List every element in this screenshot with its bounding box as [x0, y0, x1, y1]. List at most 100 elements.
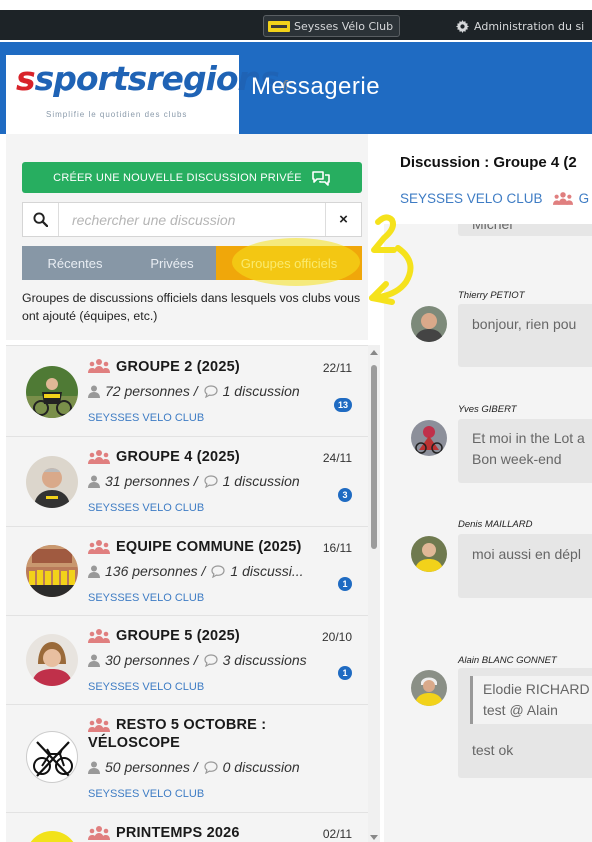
- group-meta: 50 personnes / 0 discussion: [88, 759, 300, 775]
- group-date: 22/11: [322, 361, 352, 375]
- avatar: [26, 456, 78, 508]
- scroll-down-icon[interactable]: [370, 835, 378, 840]
- group-date: 24/11: [322, 451, 352, 465]
- chat-bubbles-icon: [312, 170, 330, 186]
- discussion-group-fragment: G: [578, 191, 590, 206]
- message-bubble: Elodie RICHARD test @ Alain test ok: [458, 668, 592, 778]
- tab-description: Groupes de discussions officiels dans le…: [22, 291, 361, 323]
- group-club[interactable]: SEYSSES VELO CLUB: [88, 502, 204, 514]
- group-item[interactable]: EQUIPE COMMUNE (2025) 16/11 136 personne…: [6, 526, 368, 615]
- group-icon: [552, 192, 573, 205]
- message-text: Michel: [472, 224, 513, 232]
- group-meta: 31 personnes / 1 discussion: [88, 473, 300, 489]
- avatar: [26, 731, 78, 783]
- group-name: RESTO 5 OCTOBRE :: [116, 717, 267, 733]
- discussion-panel: Discussion : Groupe 4 (2 SEYSSES VELO CL…: [384, 134, 592, 842]
- group-name: PRINTEMPS 2026: [116, 825, 240, 841]
- tab-groupes-officiels[interactable]: Groupes officiels: [216, 246, 362, 280]
- unread-badge: 3: [338, 488, 352, 502]
- sportsregions-logo[interactable]: ssportsregions.fr Simplifie le quotidien…: [6, 55, 291, 135]
- group-item[interactable]: RESTO 5 OCTOBRE : VÉLOSCOPE 50 personnes…: [6, 704, 368, 812]
- message-author: Denis MAILLARD: [458, 519, 533, 530]
- new-private-discussion-button[interactable]: CRÉER UNE NOUVELLE DISCUSSION PRIVÉE: [22, 162, 362, 193]
- new-discussion-label: CRÉER UNE NOUVELLE DISCUSSION PRIVÉE: [53, 171, 302, 184]
- group-item[interactable]: PRINTEMPS 2026 02/11: [6, 812, 368, 842]
- person-icon: [88, 385, 100, 398]
- group-list: GROUPE 2 (2025) 22/11 72 personnes / 1 d…: [6, 345, 368, 842]
- message-text: Et moi in the Lot a: [472, 430, 585, 446]
- speech-bubble-icon: [204, 474, 218, 488]
- admin-dashboard-link[interactable]: Administration du si: [456, 15, 584, 37]
- quoted-author: Elodie RICHARD: [483, 681, 590, 697]
- group-name-line2: VÉLOSCOPE: [88, 735, 181, 751]
- admin-site-link[interactable]: Seysses Vélo Club: [263, 15, 401, 37]
- group-club[interactable]: SEYSSES VELO CLUB: [88, 788, 204, 800]
- unread-badge: 1: [338, 577, 352, 591]
- gear-icon: [456, 19, 469, 33]
- group-icon: [88, 718, 110, 732]
- message-thread: Michel Thierry PETIOT bonjour, rien pou …: [384, 224, 592, 842]
- speech-bubble-icon: [204, 653, 218, 667]
- app-header: ssportsregions.fr Simplifie le quotidien…: [0, 42, 592, 135]
- quoted-message: Elodie RICHARD test @ Alain: [470, 676, 592, 724]
- message-bubble: bonjour, rien pou: [458, 304, 592, 367]
- group-item[interactable]: GROUPE 5 (2025) 20/10 30 personnes / 3 d…: [6, 615, 368, 704]
- discussion-club[interactable]: SEYSSES VELO CLUB: [400, 191, 543, 206]
- group-name: GROUPE 4 (2025): [116, 449, 240, 465]
- speech-bubble-icon: [204, 384, 218, 398]
- group-club[interactable]: SEYSSES VELO CLUB: [88, 592, 204, 604]
- page: Seysses Vélo Club Administration du si s…: [0, 0, 592, 842]
- group-members: 136 personnes /: [105, 563, 206, 579]
- group-icon: [88, 629, 110, 643]
- group-meta: 30 personnes / 3 discussions: [88, 652, 307, 668]
- avatar: [26, 831, 78, 842]
- person-icon: [88, 565, 100, 578]
- message-bubble: moi aussi en dépl: [458, 534, 592, 598]
- message-bubble: Michel: [458, 224, 592, 236]
- tab-privees[interactable]: Privées: [128, 246, 216, 280]
- admin-site-name: Seysses Vélo Club: [294, 19, 394, 33]
- group-discussions: 1 discussi...: [230, 563, 304, 579]
- discussion-title-value: Groupe 4 (2: [493, 154, 577, 171]
- speech-bubble-icon: [211, 564, 226, 578]
- group-icon: [88, 450, 110, 464]
- scroll-thumb[interactable]: [371, 365, 377, 549]
- avatar: [411, 306, 447, 342]
- message-author: Thierry PETIOT: [458, 290, 525, 301]
- group-name: GROUPE 2 (2025): [116, 359, 240, 375]
- group-discussions: 3 discussions: [222, 652, 307, 668]
- group-item[interactable]: GROUPE 2 (2025) 22/11 72 personnes / 1 d…: [6, 345, 368, 436]
- group-item[interactable]: GROUPE 4 (2025) 24/11 31 personnes / 1 d…: [6, 436, 368, 526]
- group-members: 50 personnes /: [105, 759, 198, 775]
- scroll-up-icon[interactable]: [370, 350, 378, 355]
- group-meta: 136 personnes / 1 discussi...: [88, 563, 304, 579]
- avatar: [26, 366, 78, 418]
- message-text: Bon week-end: [472, 451, 562, 467]
- search-input[interactable]: [59, 203, 325, 236]
- group-list-scrollbar[interactable]: [368, 345, 380, 842]
- tab-recentes[interactable]: Récentes: [22, 246, 128, 280]
- discussion-title-label: Discussion :: [400, 154, 490, 171]
- group-icon: [88, 540, 110, 554]
- discussion-title: Discussion : Groupe 4 (2: [400, 154, 577, 171]
- unread-badge: 1: [338, 666, 352, 680]
- search-icon[interactable]: [23, 203, 59, 236]
- group-discussions: 1 discussion: [222, 383, 300, 399]
- group-date: 16/11: [322, 541, 352, 555]
- logo-main: sportsregions: [34, 59, 280, 98]
- speech-bubble-icon: [204, 760, 218, 774]
- group-date: 02/11: [322, 827, 352, 841]
- avatar: [411, 536, 447, 572]
- group-discussions: 1 discussion: [222, 473, 300, 489]
- unread-badge: 13: [333, 398, 352, 412]
- group-members: 72 personnes /: [105, 383, 198, 399]
- group-club[interactable]: SEYSSES VELO CLUB: [88, 681, 204, 693]
- group-club[interactable]: SEYSSES VELO CLUB: [88, 412, 204, 424]
- group-name: EQUIPE COMMUNE (2025): [116, 539, 302, 555]
- message-text: test ok: [472, 742, 514, 758]
- clear-search-button[interactable]: ×: [325, 203, 361, 236]
- message-author: Yves GIBERT: [458, 404, 517, 415]
- group-discussions: 0 discussion: [222, 759, 300, 775]
- group-name: GROUPE 5 (2025): [116, 628, 240, 644]
- admin-bar-inner: Seysses Vélo Club Administration du si: [0, 10, 592, 40]
